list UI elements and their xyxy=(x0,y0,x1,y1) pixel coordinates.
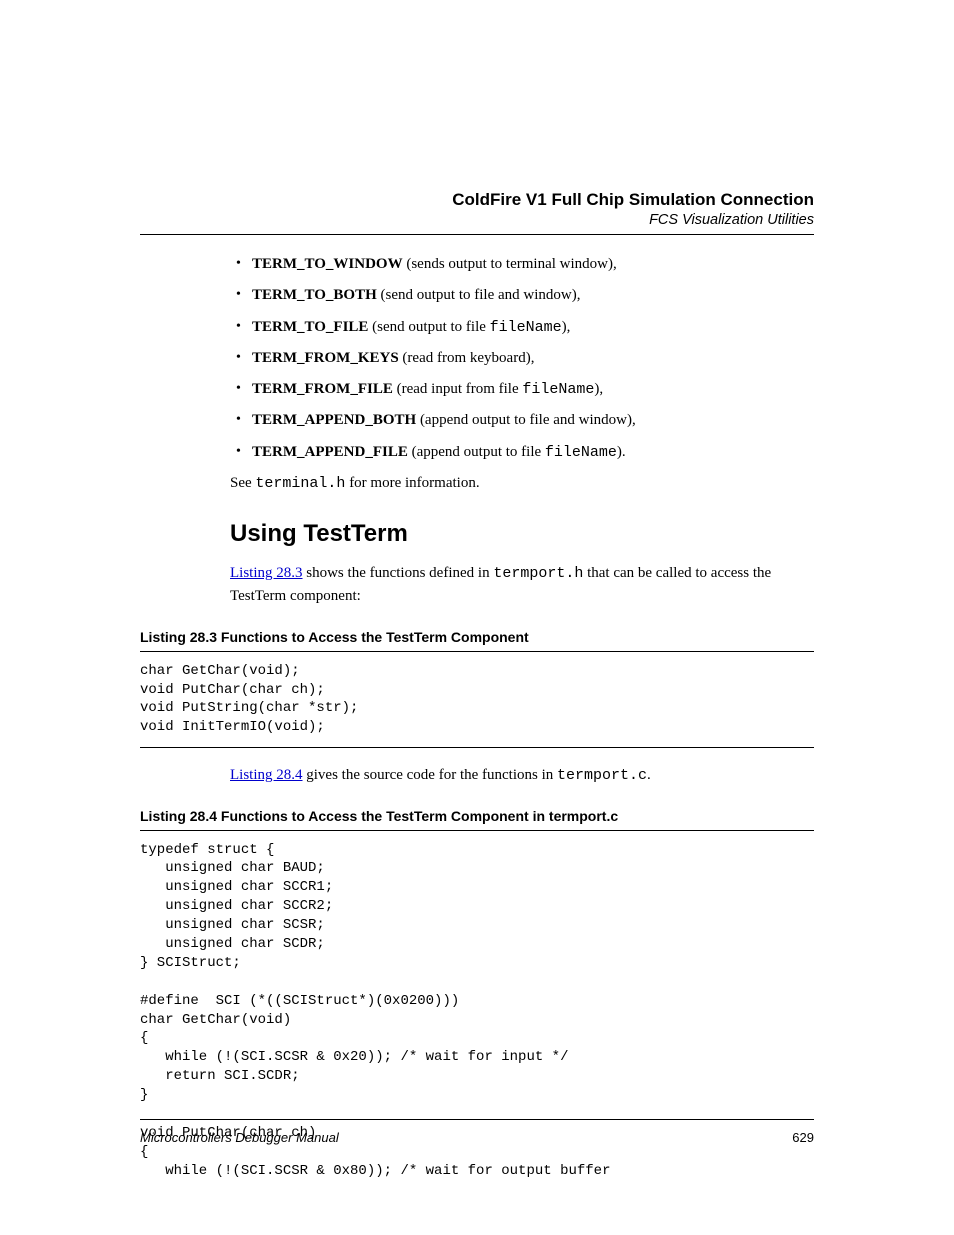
list-item: TERM_TO_FILE (send output to file fileNa… xyxy=(230,316,814,339)
desc-post: ), xyxy=(562,319,571,335)
list-item: TERM_FROM_FILE (read input from file fil… xyxy=(230,378,814,401)
list-item: TERM_APPEND_BOTH (append output to file … xyxy=(230,409,814,432)
paragraph: Listing 28.4 gives the source code for t… xyxy=(230,764,814,787)
desc: (read from keyboard), xyxy=(399,350,535,366)
desc: (append output to file and window), xyxy=(416,412,636,428)
desc: (send output to file and window), xyxy=(377,287,581,303)
desc: (sends output to terminal window), xyxy=(403,256,617,272)
list-item: TERM_APPEND_FILE (append output to file … xyxy=(230,441,814,464)
see-line: See terminal.h for more information. xyxy=(230,472,814,495)
desc-post: ). xyxy=(617,444,626,460)
term: TERM_TO_WINDOW xyxy=(252,256,403,272)
inline-code: fileName xyxy=(545,444,617,461)
desc-pre: (read input from file xyxy=(393,381,523,397)
body-indent: TERM_TO_WINDOW (sends output to terminal… xyxy=(230,253,814,609)
footer-page-number: 629 xyxy=(792,1130,814,1145)
term: TERM_TO_BOTH xyxy=(252,287,377,303)
header-title: ColdFire V1 Full Chip Simulation Connect… xyxy=(140,190,814,210)
term: TERM_APPEND_BOTH xyxy=(252,412,416,428)
para-text: shows the functions defined in xyxy=(303,565,494,581)
inline-code: terminal.h xyxy=(255,475,345,492)
see-post: for more information. xyxy=(345,475,479,491)
page-footer: Microcontrollers Debugger Manual 629 xyxy=(140,1119,814,1145)
header-subtitle: FCS Visualization Utilities xyxy=(140,212,814,228)
inline-code: termport.h xyxy=(493,565,583,582)
term: TERM_FROM_FILE xyxy=(252,381,393,397)
para-text: gives the source code for the functions … xyxy=(303,767,558,783)
desc-pre: (append output to file xyxy=(408,444,545,460)
list-item: TERM_FROM_KEYS (read from keyboard), xyxy=(230,347,814,370)
inline-code: termport.c xyxy=(557,767,647,784)
listing-link[interactable]: Listing 28.3 xyxy=(230,565,303,581)
listing-label: Listing 28.4 Functions to Access the Tes… xyxy=(140,808,814,824)
term: TERM_TO_FILE xyxy=(252,319,368,335)
listing-link[interactable]: Listing 28.4 xyxy=(230,767,303,783)
page-header: ColdFire V1 Full Chip Simulation Connect… xyxy=(140,190,814,235)
inline-code: fileName xyxy=(490,319,562,336)
code-listing: char GetChar(void); void PutChar(char ch… xyxy=(140,651,814,749)
listing-label: Listing 28.3 Functions to Access the Tes… xyxy=(140,629,814,645)
body-indent: Listing 28.4 gives the source code for t… xyxy=(230,764,814,787)
see-pre: See xyxy=(230,475,255,491)
desc-post: ), xyxy=(594,381,603,397)
desc-pre: (send output to file xyxy=(368,319,489,335)
list-item: TERM_TO_WINDOW (sends output to terminal… xyxy=(230,253,814,276)
term: TERM_FROM_KEYS xyxy=(252,350,399,366)
page: ColdFire V1 Full Chip Simulation Connect… xyxy=(0,0,954,1235)
bullet-list: TERM_TO_WINDOW (sends output to terminal… xyxy=(230,253,814,464)
section-heading: Using TestTerm xyxy=(230,515,814,552)
list-item: TERM_TO_BOTH (send output to file and wi… xyxy=(230,284,814,307)
term: TERM_APPEND_FILE xyxy=(252,444,408,460)
paragraph: Listing 28.3 shows the functions defined… xyxy=(230,562,814,609)
inline-code: fileName xyxy=(522,381,594,398)
footer-manual: Microcontrollers Debugger Manual xyxy=(140,1130,339,1145)
para-text: . xyxy=(647,767,651,783)
